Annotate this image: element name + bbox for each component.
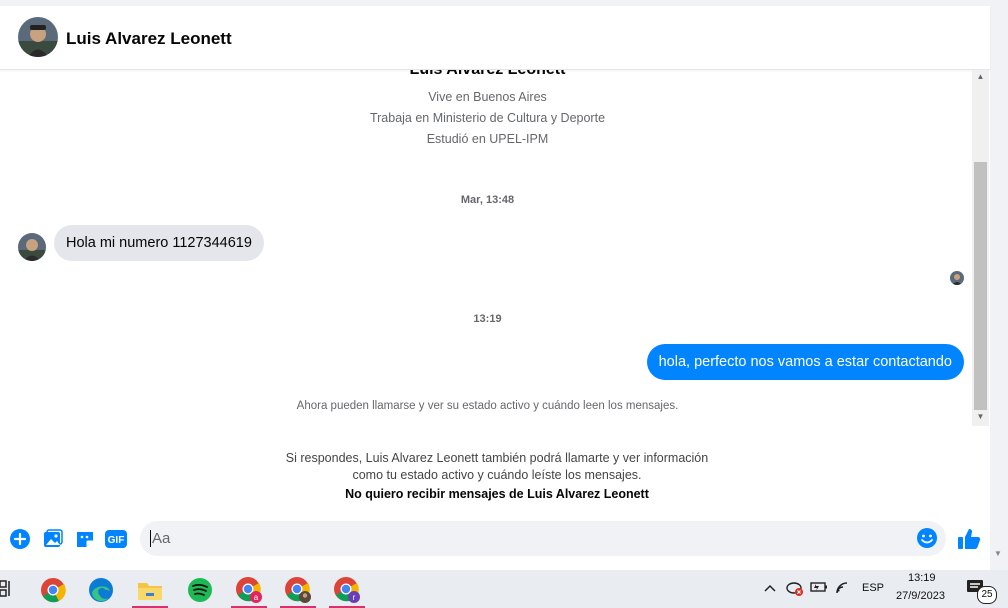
seen-indicator-avatar xyxy=(950,271,964,285)
chrome-profile-r-icon[interactable]: r xyxy=(327,574,367,608)
image-icon[interactable] xyxy=(42,528,64,550)
message-input-placeholder: Aa xyxy=(152,530,171,547)
contact-avatar[interactable] xyxy=(18,17,58,57)
profile-name: Luis Alvarez Leonett xyxy=(0,70,972,79)
connection-info-text: Ahora pueden llamarse y ver su estado ac… xyxy=(296,400,679,412)
chrome-profile-icon[interactable] xyxy=(278,574,318,608)
reply-notice-line-2: como tu estado activo y cuándo leíste lo… xyxy=(352,468,642,482)
reply-notice-line-1: Si respondes, Luis Alvarez Leonett tambi… xyxy=(285,451,709,465)
file-explorer-icon[interactable] xyxy=(130,574,170,608)
message-composer: GIF Aa xyxy=(0,512,990,568)
incoming-message-bubble[interactable]: Hola mi numero 1127344619 xyxy=(54,225,264,261)
window-right-edge: ▼ xyxy=(990,0,1008,570)
scroll-down-arrow-icon[interactable]: ▼ xyxy=(972,412,989,421)
block-messages-link[interactable]: No quiero recibir mensajes de Luis Alvar… xyxy=(0,487,994,501)
edge-icon[interactable] xyxy=(81,574,121,606)
svg-text:r: r xyxy=(353,593,356,602)
like-icon[interactable] xyxy=(956,528,982,550)
message-scrollbar[interactable]: ▲ ▼ xyxy=(972,70,989,426)
outgoing-message-bubble[interactable]: hola, perfecto nos vamos a estar contact… xyxy=(646,344,964,380)
conversation-header: Luis Alvarez Leonett xyxy=(0,6,990,70)
notification-count-badge: 25 xyxy=(977,586,997,604)
network-error-icon[interactable] xyxy=(786,579,804,602)
plus-icon[interactable] xyxy=(9,528,31,550)
spotify-icon[interactable] xyxy=(180,574,220,606)
windows-taskbar: a r ESP 13:19 27/9/2023 25 xyxy=(0,570,1008,608)
text-caret xyxy=(150,530,151,547)
message-timestamp: 13:19 xyxy=(473,313,502,325)
battery-icon[interactable] xyxy=(810,580,828,599)
emoji-icon[interactable] xyxy=(916,527,938,549)
gif-icon[interactable]: GIF xyxy=(104,528,128,550)
clock-time[interactable]: 13:19 xyxy=(908,572,936,584)
svg-text:a: a xyxy=(254,593,259,602)
scroll-up-arrow-icon[interactable]: ▲ xyxy=(972,72,989,81)
sticker-icon[interactable] xyxy=(74,528,96,550)
profile-education: Estudió en UPEL-IPM xyxy=(426,132,549,146)
chrome-profile-a-icon[interactable]: a xyxy=(229,574,269,608)
clock-date[interactable]: 27/9/2023 xyxy=(896,590,945,602)
scrollbar-thumb[interactable] xyxy=(974,162,987,410)
profile-location: Vive en Buenos Aires xyxy=(428,90,547,104)
chevron-up-icon[interactable] xyxy=(763,581,777,599)
profile-work: Trabaja en Ministerio de Cultura y Depor… xyxy=(369,111,606,125)
contact-message-avatar[interactable] xyxy=(18,233,46,261)
message-input[interactable]: Aa xyxy=(140,521,946,556)
contact-name[interactable]: Luis Alvarez Leonett xyxy=(66,29,232,49)
chrome-icon[interactable] xyxy=(33,574,73,606)
page-scroll-down-icon[interactable]: ▼ xyxy=(994,549,1002,558)
language-indicator[interactable]: ESP xyxy=(862,582,884,594)
message-timestamp: Mar, 13:48 xyxy=(460,194,515,206)
message-list: Luis Alvarez Leonett Vive en Buenos Aire… xyxy=(0,70,972,426)
task-view-icon[interactable] xyxy=(0,579,12,604)
reply-notice: Si respondes, Luis Alvarez Leonett tambi… xyxy=(0,450,994,484)
wifi-icon[interactable] xyxy=(835,580,853,601)
svg-text:GIF: GIF xyxy=(108,535,125,546)
